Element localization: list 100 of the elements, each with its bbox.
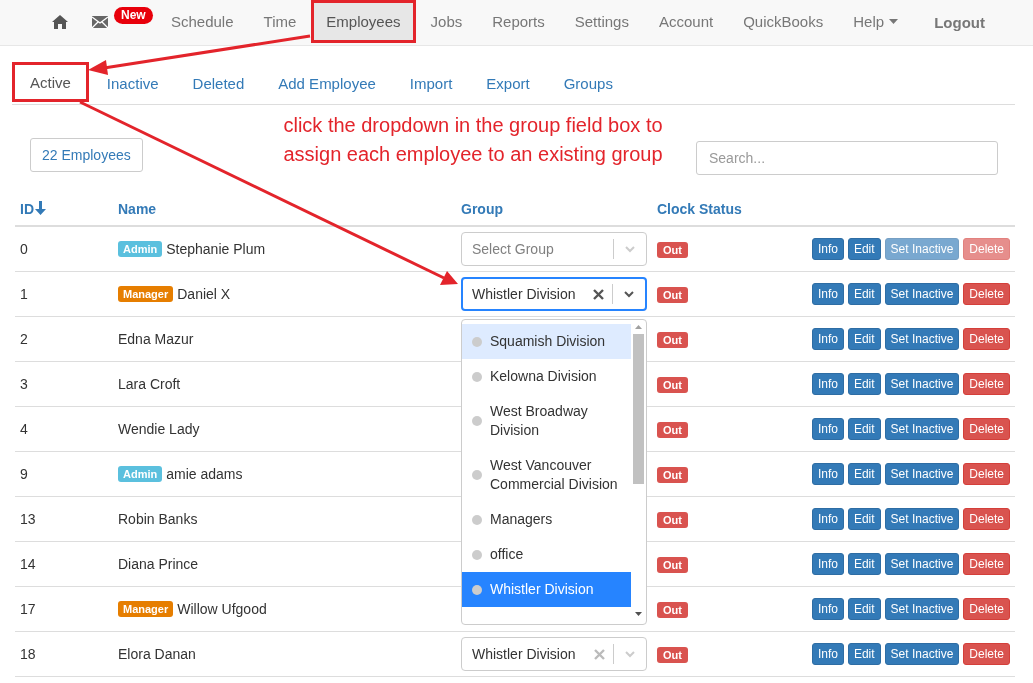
action-button[interactable]: Edit — [847, 283, 881, 305]
table-cell: 13 — [20, 511, 36, 527]
logout-link[interactable]: Logout — [934, 14, 985, 31]
action-button[interactable]: Edit — [847, 463, 881, 485]
tab[interactable]: Export — [470, 62, 546, 104]
table-cell: 17 — [20, 601, 36, 617]
action-button[interactable]: Info — [811, 598, 844, 620]
status-label: Out — [657, 646, 688, 663]
status-label: Out — [657, 421, 688, 438]
search-field[interactable]: Search... — [696, 141, 998, 175]
nav-link[interactable]: Account — [643, 0, 729, 43]
role-badge: Admin — [118, 466, 163, 482]
action-button[interactable]: Edit — [847, 508, 881, 530]
table-cell: 18 — [20, 646, 36, 662]
group-select[interactable]: Whistler Division — [461, 637, 647, 671]
role-badge: Admin — [118, 241, 163, 257]
column-header[interactable]: Clock Status — [657, 201, 742, 217]
column-header[interactable]: Name — [118, 201, 157, 217]
action-button[interactable]: Delete — [963, 598, 1010, 620]
status-label: Out — [657, 331, 688, 348]
nav-link[interactable]: Time — [248, 0, 312, 43]
action-button[interactable]: Edit — [847, 553, 881, 575]
nav-link[interactable]: Schedule — [156, 0, 249, 43]
dropdown-option[interactable]: West Vancouver Commercial Division — [462, 448, 631, 502]
tab[interactable]: Add Employee — [262, 62, 392, 104]
status-label: Out — [657, 376, 688, 393]
mail-icon[interactable] — [92, 15, 108, 28]
status-label: Out — [657, 241, 688, 258]
dropdown-option[interactable]: Managers — [462, 502, 631, 537]
action-button[interactable]: Info — [811, 418, 844, 440]
action-button[interactable]: Delete — [963, 508, 1010, 530]
column-header[interactable]: Group — [461, 201, 503, 217]
action-button[interactable]: Delete — [963, 373, 1010, 395]
tab[interactable]: Groups — [547, 62, 629, 104]
action-button[interactable]: Set Inactive — [884, 643, 960, 665]
employee-name: Wendie Lady — [118, 421, 200, 437]
action-button[interactable]: Delete — [963, 418, 1010, 440]
table-cell: 4 — [20, 421, 28, 437]
dropdown-option[interactable]: Whistler Division — [462, 572, 631, 607]
table-cell: 14 — [20, 556, 36, 572]
action-button[interactable]: Edit — [847, 418, 881, 440]
employee-count-button[interactable]: 22 Employees — [30, 138, 143, 172]
action-button[interactable]: Set Inactive — [884, 328, 960, 350]
action-button[interactable]: Set Inactive — [884, 508, 960, 530]
dropdown-option[interactable]: West Broadway Division — [462, 394, 631, 448]
action-button[interactable]: Info — [811, 463, 844, 485]
dropdown-option[interactable]: Kelowna Division — [462, 359, 631, 394]
dropdown-option[interactable]: Squamish Division — [462, 324, 631, 359]
action-button[interactable]: Delete — [963, 463, 1010, 485]
action-button[interactable]: Info — [811, 283, 844, 305]
nav-link[interactable]: Reports — [477, 0, 560, 43]
employee-name: Willow Ufgood — [177, 601, 267, 617]
tab[interactable]: Deleted — [176, 62, 261, 104]
nav-link[interactable]: Settings — [559, 0, 644, 43]
action-button[interactable]: Info — [811, 328, 844, 350]
action-button[interactable]: Delete — [963, 553, 1010, 575]
action-button[interactable]: Delete — [963, 643, 1010, 665]
chevron-icon — [623, 288, 635, 300]
employee-name: Lara Croft — [118, 376, 181, 392]
action-button[interactable]: Set Inactive — [884, 418, 960, 440]
action-button[interactable]: Info — [811, 373, 844, 395]
employee-name: Diana Prince — [118, 556, 199, 572]
annotation-text: click the dropdown in the group field box to assign each employee to an existing group — [283, 113, 664, 167]
action-button[interactable]: Set Inactive — [884, 463, 960, 485]
action-button[interactable]: Info — [811, 508, 844, 530]
action-button[interactable]: Set Inactive — [884, 283, 960, 305]
tab[interactable]: Active — [12, 62, 89, 102]
nav-link[interactable]: Jobs — [415, 0, 478, 43]
nav-link[interactable]: Help — [838, 0, 914, 43]
action-button[interactable]: Set Inactive — [884, 598, 960, 620]
role-badge: Manager — [118, 286, 174, 302]
status-label: Out — [657, 466, 688, 483]
employee-name: Robin Banks — [118, 511, 198, 527]
action-button[interactable]: Info — [811, 643, 844, 665]
employee-name: amie adams — [166, 466, 243, 482]
nav-link[interactable]: QuickBooks — [728, 0, 839, 43]
action-button[interactable]: Set Inactive — [884, 373, 960, 395]
action-button[interactable]: Info — [811, 238, 844, 260]
dropdown-option[interactable]: office — [462, 537, 631, 572]
action-button[interactable]: Edit — [847, 598, 881, 620]
action-button[interactable]: Delete — [963, 328, 1010, 350]
role-badge: Manager — [118, 601, 174, 617]
nav-link[interactable]: Employees — [311, 0, 416, 43]
action-button[interactable]: Info — [811, 553, 844, 575]
clear-icon — [594, 648, 605, 660]
action-button[interactable]: Edit — [847, 643, 881, 665]
action-button[interactable]: Edit — [847, 238, 881, 260]
tab[interactable]: Import — [393, 62, 469, 104]
table-cell: 3 — [20, 376, 28, 392]
action-button[interactable]: Delete — [963, 283, 1010, 305]
action-button[interactable]: Edit — [847, 328, 881, 350]
column-header[interactable]: ID — [20, 201, 46, 217]
status-label: Out — [657, 556, 688, 573]
action-button[interactable]: Set Inactive — [884, 553, 960, 575]
group-select[interactable]: Whistler Division — [461, 277, 647, 311]
group-select[interactable]: Select Group — [461, 232, 647, 266]
tab[interactable]: Inactive — [90, 62, 175, 104]
action-button[interactable]: Edit — [847, 373, 881, 395]
table-cell: 2 — [20, 331, 28, 347]
chevron-icon — [624, 648, 636, 660]
